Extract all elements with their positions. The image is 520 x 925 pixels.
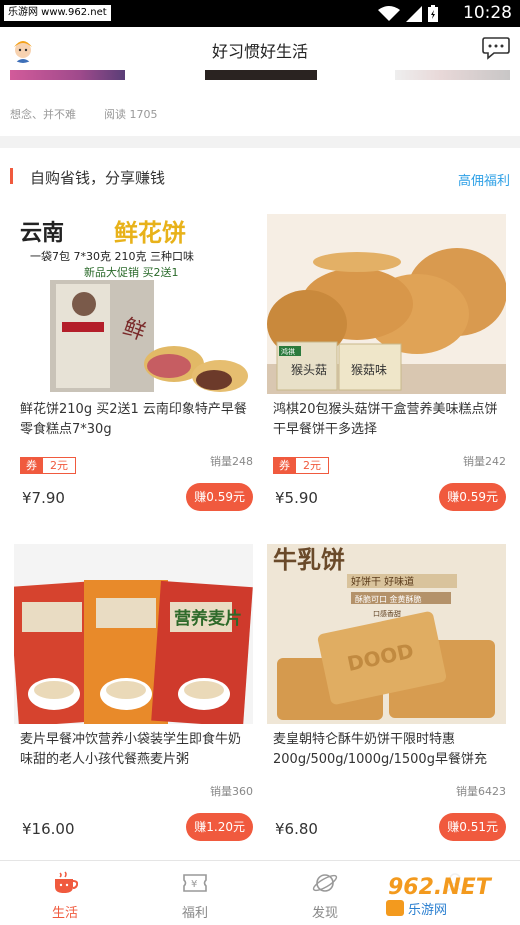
coupon-tag: 券: [273, 457, 296, 474]
high-commission-link[interactable]: 高佣福利: [458, 170, 510, 189]
earn-button[interactable]: 赚0.51元: [439, 813, 506, 841]
product-card[interactable]: 牛乳饼 好饼干 好味道 酥脆可口 金黄酥脆 口感香甜 DOOD 麦皇朝特仑酥牛奶…: [267, 544, 506, 844]
watermark-badge: 乐游网 www.962.net: [4, 5, 111, 21]
wifi-icon: [378, 5, 400, 21]
post-author: 想念、并不难: [10, 108, 76, 121]
img-text: 一袋7包 7*30克 210克 三种口味: [30, 249, 194, 263]
img-text: 鸿祺: [281, 347, 295, 356]
coupon-amount: 2元: [43, 457, 76, 474]
img-text: 云南: [20, 220, 64, 246]
post-thumbnail: [205, 70, 317, 80]
product-image: 云南 鲜花饼 一袋7包 7*30克 210克 三种口味 新品大促销 买2送1 鲜: [14, 214, 253, 394]
product-name: 鸿棋20包猴头菇饼干盒营养美味糕点饼干早餐饼干多选择: [273, 402, 498, 437]
tab-life[interactable]: 生活: [0, 861, 130, 925]
svg-text:乐游网: 乐游网: [408, 903, 447, 918]
yen-ticket-icon: ¥: [183, 874, 207, 892]
product-price: ¥5.90: [275, 489, 318, 507]
earn-button[interactable]: 赚0.59元: [186, 483, 253, 511]
product-image: 鸿祺 猴头菇 猴菇味: [267, 214, 506, 394]
img-text: 营养麦片: [174, 608, 242, 629]
sales-count: 销量6423: [456, 785, 506, 798]
product-price: ¥6.80: [275, 820, 318, 838]
sales-count: 销量360: [210, 785, 253, 798]
img-text: 好饼干 好味道: [351, 575, 414, 588]
page-title: 好习惯好生活: [211, 42, 308, 61]
img-text: 猴头菇: [291, 363, 327, 377]
tab-label: 福利: [181, 906, 208, 921]
sales-count: 销量248: [210, 455, 253, 468]
product-name: 鲜花饼210g 买2送1 云南印象特产早餐零食糕点7*30g: [20, 402, 247, 437]
coupon-tag: 券: [20, 457, 43, 474]
section-header: 自购省钱，分享赚钱 高佣福利: [0, 148, 520, 206]
post-thumbnail: [10, 70, 125, 80]
earn-button[interactable]: 赚1.20元: [186, 813, 253, 841]
section-title: 自购省钱，分享赚钱: [30, 169, 166, 187]
product-price: ¥16.00: [22, 820, 75, 838]
section-divider: [0, 136, 520, 148]
section-accent-bar: [10, 168, 13, 184]
signal-icon: [406, 5, 422, 22]
product-card[interactable]: 云南 鲜花饼 一袋7包 7*30克 210克 三种口味 新品大促销 买2送1 鲜…: [14, 214, 253, 514]
clock: 10:28: [463, 3, 512, 23]
img-text: 鲜花饼: [114, 218, 186, 247]
img-text: 猴菇味: [351, 363, 387, 377]
earn-button[interactable]: 赚0.59元: [439, 483, 506, 511]
product-price: ¥7.90: [22, 489, 65, 507]
post-thumbnail: [395, 70, 510, 80]
chat-bubble-icon[interactable]: [482, 36, 510, 60]
product-name: 麦皇朝特仑酥牛奶饼干限时特惠200g/500g/1000g/1500g早餐饼充: [273, 732, 487, 767]
coupon-badge: 券 2元: [20, 457, 76, 474]
coupon-badge: 券 2元: [273, 457, 329, 474]
img-text: 口感香甜: [373, 609, 401, 618]
cup-icon: [55, 871, 78, 893]
planet-icon: [312, 874, 338, 892]
post-meta: 想念、并不难 阅读 1705: [10, 106, 158, 122]
svg-text:962.NET: 962.NET: [388, 875, 493, 900]
svg-text:¥: ¥: [191, 879, 197, 890]
post-reads: 阅读 1705: [104, 108, 158, 121]
post-image-strip[interactable]: [0, 70, 520, 81]
tab-welfare[interactable]: ¥ 福利: [130, 861, 260, 925]
img-text: 酥脆可口 金黄酥脆: [355, 594, 422, 604]
sales-count: 销量242: [463, 455, 506, 468]
962-watermark-logo: 962.NET 乐游网: [382, 868, 516, 920]
img-text: 新品大促销 买2送1: [84, 265, 179, 279]
status-bar: 乐游网 www.962.net 10:28: [0, 0, 520, 27]
product-image: 牛乳饼 好饼干 好味道 酥脆可口 金黄酥脆 口感香甜 DOOD: [267, 544, 506, 724]
tab-label: 发现: [311, 906, 338, 921]
coupon-amount: 2元: [296, 457, 329, 474]
tab-label: 生活: [51, 906, 78, 921]
battery-icon: [428, 5, 438, 22]
img-text: 牛乳饼: [273, 545, 345, 574]
product-card[interactable]: 营养麦片 麦片早餐冲饮营养小袋装学生即食牛奶味甜的老人小孩代餐燕麦片粥 销量36…: [14, 544, 253, 844]
product-image: 营养麦片: [14, 544, 253, 724]
product-card[interactable]: 鸿祺 猴头菇 猴菇味 鸿棋20包猴头菇饼干盒营养美味糕点饼干早餐饼干多选择 券 …: [267, 214, 506, 514]
app-header: 好习惯好生活: [0, 27, 520, 70]
tab-discover[interactable]: 发现: [260, 861, 390, 925]
product-name: 麦片早餐冲饮营养小袋装学生即食牛奶味甜的老人小孩代餐燕麦片粥: [20, 732, 242, 767]
